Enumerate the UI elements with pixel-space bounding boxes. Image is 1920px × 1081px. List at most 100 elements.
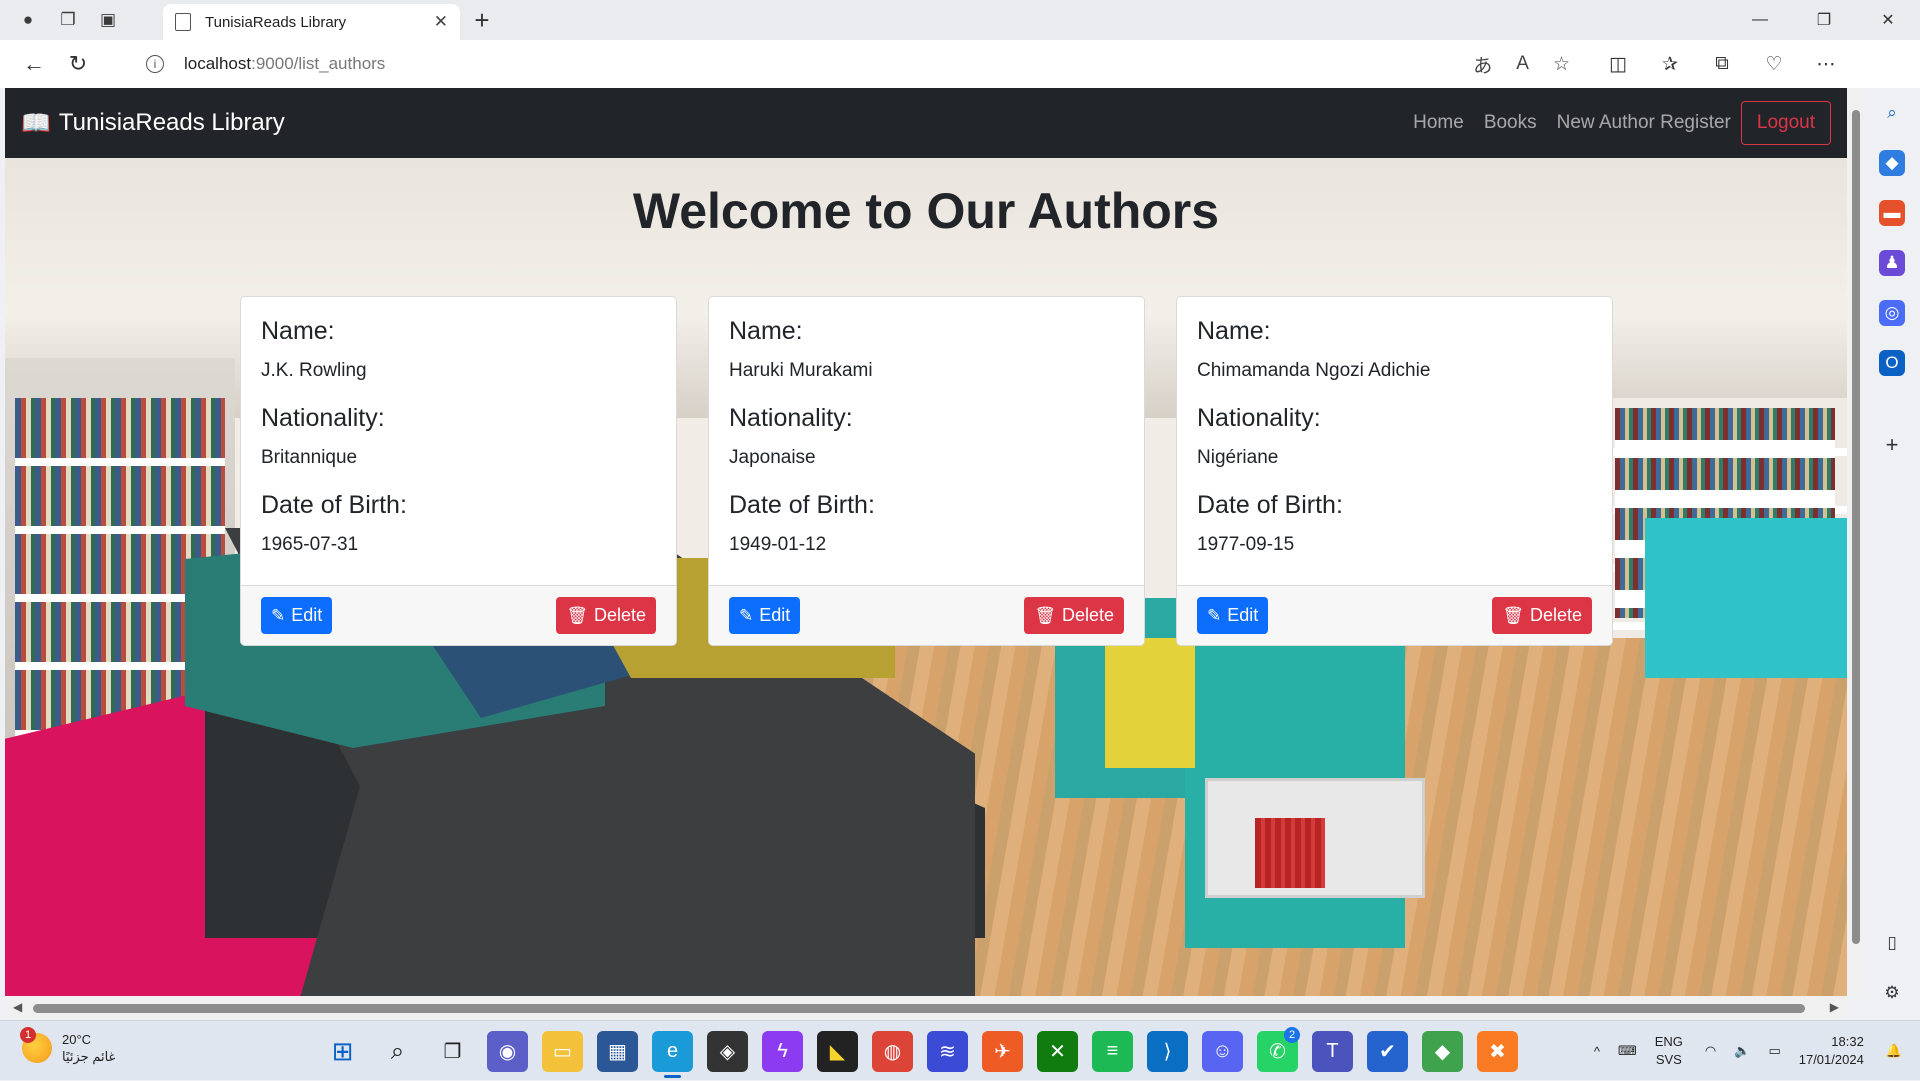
postman-icon[interactable]: ✈ (982, 1031, 1023, 1072)
cyan-counter (1645, 518, 1847, 678)
edit-button[interactable]: ✎ Edit (1197, 597, 1269, 634)
microsoft-store-icon[interactable]: ▦ (597, 1031, 638, 1072)
split-screen-icon[interactable]: ◫ (1596, 44, 1640, 84)
microsoft-365-icon[interactable]: ◎ (1879, 300, 1905, 326)
keyboard-icon[interactable]: ⌨ (1618, 1043, 1637, 1059)
whiteboard-icon[interactable]: ≋ (927, 1031, 968, 1072)
language-indicator[interactable]: ENG SVS (1655, 1033, 1683, 1069)
messenger-icon[interactable]: ϟ (762, 1031, 803, 1072)
nav-link-home[interactable]: Home (1413, 112, 1464, 134)
search-icon[interactable]: ⌕ (377, 1031, 418, 1072)
minimize-button[interactable]: — (1728, 0, 1792, 40)
battery-icon[interactable]: ▭ (1768, 1043, 1780, 1059)
author-nationality: Britannique (261, 447, 358, 468)
spotify-icon[interactable]: ≡ (1092, 1031, 1133, 1072)
card-body: Name: J.K. Rowling Nationality: Britanni… (241, 297, 676, 556)
edit-button[interactable]: ✎ Edit (729, 597, 801, 634)
close-tab-icon[interactable]: ✕ (434, 12, 448, 32)
notifications-icon[interactable]: 🔔 (1886, 1043, 1902, 1059)
edge-sidebar: ⌕ ◆ ▬ ♟ ◎ O + ▯ ⚙ (1865, 88, 1920, 1020)
favorites-icon[interactable]: ✰ (1648, 44, 1692, 84)
add-sidebar-app-icon[interactable]: + (1879, 432, 1905, 458)
back-button[interactable]: ← (14, 44, 54, 84)
url-text[interactable]: localhost:9000/list_authors (184, 54, 385, 74)
site-navbar: 📖 TunisiaReads Library Home Books New Au… (5, 88, 1847, 158)
restore-button[interactable]: ❐ (1792, 0, 1856, 40)
volume-icon[interactable]: 🔈 (1734, 1043, 1750, 1059)
site-info-icon[interactable]: i (146, 55, 164, 73)
refresh-button[interactable]: ↻ (58, 44, 98, 84)
teams-icon[interactable]: T (1312, 1031, 1353, 1072)
xbox-icon[interactable]: ✕ (1037, 1031, 1078, 1072)
author-name: Haruki Murakami (729, 360, 873, 381)
whatsapp-icon[interactable]: ✆ 2 (1257, 1027, 1300, 1072)
file-explorer-icon[interactable]: ▭ (542, 1031, 583, 1072)
scroll-right-arrow-icon[interactable]: ▶ (1830, 1000, 1839, 1014)
nav-link-books[interactable]: Books (1484, 112, 1537, 134)
profile-icon[interactable]: ● (8, 0, 48, 40)
show-hidden-icons-icon[interactable]: ^ (1594, 1044, 1600, 1059)
logout-button[interactable]: Logout (1740, 101, 1831, 145)
nav-link-new-author[interactable]: New Author Register (1557, 112, 1731, 134)
card-footer: ✎ Edit 🗑 Delete (709, 585, 1144, 645)
edit-button[interactable]: ✎ Edit (261, 597, 333, 634)
address-bar[interactable]: i localhost:9000/list_authors あ A ☆ (126, 44, 1586, 84)
collections-icon[interactable]: ⧉ (1700, 44, 1744, 84)
vertical-scrollbar[interactable] (1847, 88, 1865, 996)
favorite-star-icon[interactable]: ☆ (1553, 53, 1570, 76)
browser-essentials-icon[interactable]: ♡ (1752, 44, 1796, 84)
start-icon[interactable]: ⊞ (322, 1031, 363, 1072)
clock-date: 17/01/2024 (1798, 1052, 1864, 1067)
games-icon[interactable]: ♟ (1879, 250, 1905, 276)
unity-icon[interactable]: ◈ (707, 1031, 748, 1072)
vertical-scroll-thumb[interactable] (1852, 110, 1860, 944)
task-view-icon[interactable]: ❐ (432, 1031, 473, 1072)
weather-icon: 1 (20, 1027, 52, 1063)
close-window-button[interactable]: ✕ (1856, 0, 1920, 40)
nationality-label: Nationality: (1197, 404, 1321, 432)
sticky-notes-icon[interactable]: ◣ (817, 1031, 858, 1072)
more-menu-icon[interactable]: ⋯ (1804, 44, 1848, 84)
trash-icon: 🗑 (566, 605, 588, 625)
delete-label: Delete (593, 605, 646, 625)
dob-label: Date of Birth: (1197, 491, 1343, 519)
translate-icon[interactable]: あ (1473, 51, 1492, 78)
teams-chat-icon[interactable]: ◉ (487, 1031, 528, 1072)
browser-toolbar: ← ↻ i localhost:9000/list_authors あ A ☆ … (0, 40, 1920, 118)
whatsapp-badge: 2 (1284, 1027, 1300, 1043)
sidebar-settings-icon[interactable]: ⚙ (1879, 980, 1905, 1006)
wifi-icon[interactable]: ◠ (1705, 1043, 1716, 1059)
system-tray: ^ ⌨ ENG SVS ◠ 🔈 ▭ 18:32 17/01/2024 🔔 (1594, 1021, 1920, 1081)
weather-widget[interactable]: 1 20°C غائم جزئيًا (20, 1027, 115, 1065)
navbar-brand[interactable]: 📖 TunisiaReads Library (21, 109, 285, 138)
vscode-icon[interactable]: ⟩ (1147, 1031, 1188, 1072)
tools-icon[interactable]: ▬ (1879, 200, 1905, 226)
author-card: Name: Haruki Murakami Nationality: Japon… (708, 296, 1145, 646)
delete-button[interactable]: 🗑 Delete (1024, 597, 1124, 634)
shopping-icon[interactable]: ◆ (1879, 150, 1905, 176)
vertical-tabs-icon[interactable]: ▣ (88, 0, 128, 40)
delete-button[interactable]: 🗑 Delete (556, 597, 656, 634)
read-aloud-icon[interactable]: A (1516, 53, 1529, 75)
pencil-icon: ✎ (1207, 605, 1222, 625)
todo-icon[interactable]: ✔ (1367, 1031, 1408, 1072)
scroll-left-arrow-icon[interactable]: ◀ (13, 1000, 22, 1014)
horizontal-scrollbar[interactable]: ◀ ▶ (5, 996, 1847, 1020)
book-icon: 📖 (21, 109, 51, 137)
intellij-icon[interactable]: ◆ (1422, 1031, 1463, 1072)
browser-tab[interactable]: TunisiaReads Library ✕ (163, 4, 460, 40)
horizontal-scroll-thumb[interactable] (33, 1004, 1805, 1013)
clock[interactable]: 18:32 17/01/2024 (1799, 1033, 1864, 1069)
workspaces-icon[interactable]: ❐ (48, 0, 88, 40)
author-dob: 1965-07-31 (261, 534, 359, 555)
author-card: Name: Chimamanda Ngozi Adichie Nationali… (1176, 296, 1613, 646)
search-icon[interactable]: ⌕ (1879, 100, 1905, 126)
edge-icon[interactable]: e (652, 1031, 693, 1078)
chrome-icon[interactable]: ◍ (872, 1031, 913, 1072)
new-tab-button[interactable]: + (466, 4, 498, 36)
discord-icon[interactable]: ☺ (1202, 1031, 1243, 1072)
xampp-icon[interactable]: ✖ (1477, 1031, 1518, 1072)
outlook-icon[interactable]: O (1879, 350, 1905, 376)
hide-sidebar-icon[interactable]: ▯ (1879, 930, 1905, 956)
delete-button[interactable]: 🗑 Delete (1492, 597, 1592, 634)
